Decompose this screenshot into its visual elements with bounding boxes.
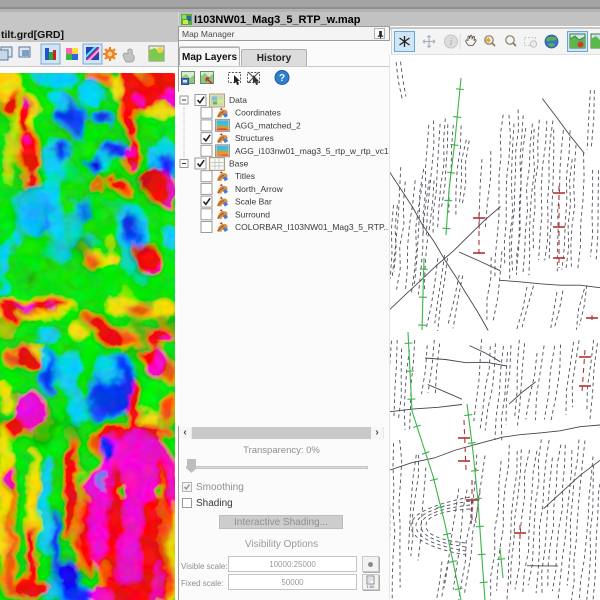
- svg-text:Surround: Surround: [235, 209, 270, 219]
- svg-text:COLORBAR_I103NW01_Mag3_5_RTP..: COLORBAR_I103NW01_Mag3_5_RTP...: [235, 222, 390, 232]
- svg-text:Scale Bar: Scale Bar: [235, 197, 272, 207]
- svg-text:Base: Base: [229, 159, 249, 169]
- svg-text:AGG_matched_2: AGG_matched_2: [235, 120, 301, 130]
- svg-text:?: ?: [279, 73, 285, 84]
- svg-text:North_Arrow: North_Arrow: [235, 184, 284, 194]
- svg-text:Structures: Structures: [235, 133, 274, 143]
- svg-text:Titles: Titles: [235, 171, 255, 181]
- svg-text:Data: Data: [229, 95, 247, 105]
- svg-text:AGG_i103nw01_mag3_5_rtp_w_rtp_: AGG_i103nw01_mag3_5_rtp_w_rtp_vc1: [235, 146, 389, 156]
- svg-text:1:50: 1:50: [367, 584, 376, 589]
- svg-text:i: i: [450, 37, 453, 48]
- svg-text:Coordinates: Coordinates: [235, 108, 281, 118]
